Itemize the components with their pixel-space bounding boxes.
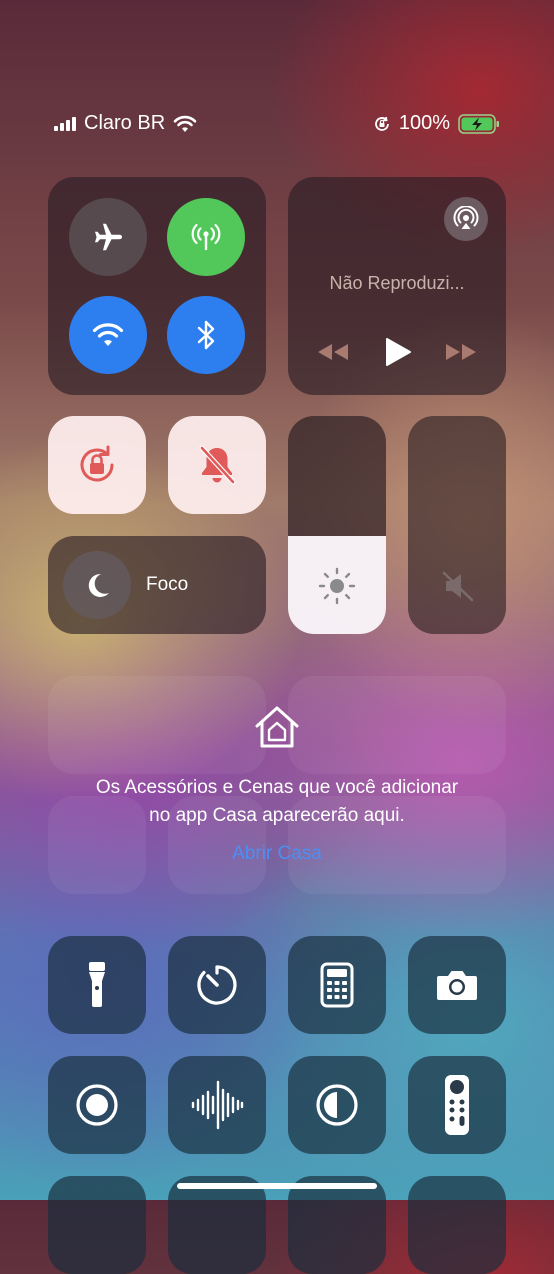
now-playing-title: Não Reproduzi... (329, 273, 465, 293)
play-icon[interactable] (384, 337, 412, 367)
bluetooth-icon (197, 320, 215, 350)
status-bar: Claro BR 100% (0, 112, 554, 142)
antenna-icon (191, 223, 221, 251)
focus-icon-circle (63, 551, 131, 619)
flashlight-button[interactable] (48, 936, 146, 1034)
cellular-data-button[interactable] (167, 198, 245, 276)
camera-icon (437, 971, 477, 1000)
remote-icon (445, 1075, 469, 1135)
home-indicator[interactable] (177, 1183, 377, 1189)
fast-forward-icon[interactable] (444, 341, 478, 363)
timer-button[interactable] (168, 936, 266, 1034)
calculator-icon (320, 962, 354, 1008)
screen-recording-button[interactable] (48, 1056, 146, 1154)
voice-memos-button[interactable] (168, 1056, 266, 1154)
brightness-slider[interactable] (288, 416, 386, 634)
focus-label: Foco (146, 574, 189, 595)
wifi-button[interactable] (69, 296, 147, 374)
wifi-icon (92, 323, 124, 346)
control-button[interactable] (408, 1176, 506, 1274)
control-button[interactable] (168, 1176, 266, 1274)
battery-charging-icon (458, 113, 499, 134)
airplay-button[interactable] (444, 197, 488, 241)
rewind-icon[interactable] (316, 341, 350, 363)
orientation-lock-icon (374, 116, 389, 131)
orientation-lock-button[interactable] (48, 416, 146, 514)
cellular-signal-icon (54, 116, 76, 131)
control-button[interactable] (48, 1176, 146, 1274)
calculator-button[interactable] (288, 936, 386, 1034)
home-message-line1: Os Acessórios e Cenas que você adicionar (95, 777, 459, 798)
battery-percentage: 100% (398, 112, 450, 134)
rotation-lock-icon (80, 445, 114, 482)
control-button[interactable] (288, 1176, 386, 1274)
sun-icon (318, 567, 356, 605)
waveform-icon (191, 1080, 244, 1130)
silent-mode-button[interactable] (168, 416, 266, 514)
airplane-icon (95, 223, 122, 251)
flashlight-icon (89, 962, 105, 1007)
carrier-name: Claro BR (84, 112, 166, 134)
camera-button[interactable] (408, 936, 506, 1034)
home-placeholder-tile (288, 676, 506, 774)
home-message: Os Acessórios e Cenas que você adicionar… (0, 774, 554, 830)
moon-icon (88, 573, 109, 597)
focus-button[interactable]: Foco (48, 536, 266, 634)
home-placeholder-tile (48, 676, 266, 774)
open-home-link[interactable]: Abrir Casa (0, 840, 554, 868)
home-icon (255, 706, 299, 748)
record-icon (76, 1084, 118, 1126)
home-message-line2: no app Casa aparecerão aqui. (149, 805, 405, 826)
speaker-muted-icon (442, 571, 474, 602)
airplay-audio-icon (453, 206, 479, 229)
volume-slider[interactable] (408, 416, 506, 634)
timer-icon (197, 965, 237, 1005)
bell-slash-icon (199, 445, 236, 485)
bluetooth-button[interactable] (167, 296, 245, 374)
airplane-mode-button[interactable] (69, 198, 147, 276)
connectivity-module (48, 177, 266, 395)
now-playing-module: Não Reproduzi... (288, 177, 506, 395)
dark-mode-icon (316, 1084, 358, 1126)
wifi-status-icon (173, 115, 197, 132)
dark-mode-button[interactable] (288, 1056, 386, 1154)
apple-tv-remote-button[interactable] (408, 1056, 506, 1154)
